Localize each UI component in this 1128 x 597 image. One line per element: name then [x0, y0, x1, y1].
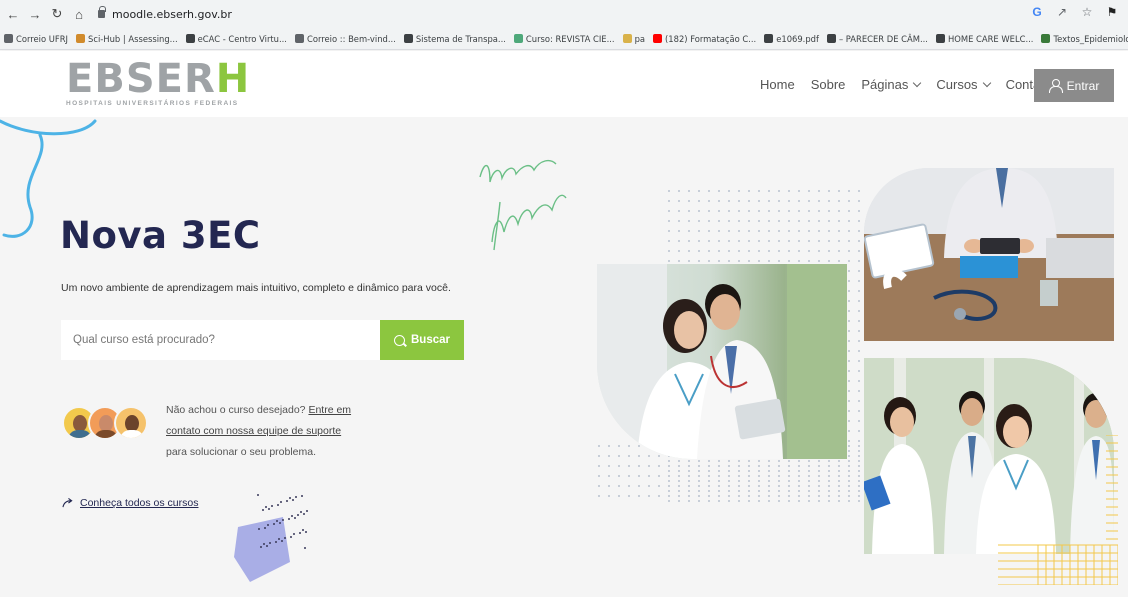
- bookmark-item[interactable]: Sci-Hub | Assessing...: [76, 34, 178, 44]
- login-button[interactable]: Entrar: [1034, 69, 1114, 102]
- bookmark-favicon-icon: [1041, 34, 1051, 43]
- bookmark-label: pa: [634, 33, 646, 44]
- nav-cursos[interactable]: Cursos: [936, 77, 991, 92]
- bookmark-label: Textos_Epidemiolog...: [1053, 33, 1128, 44]
- nav-sobre[interactable]: Sobre: [811, 77, 846, 92]
- search-button[interactable]: Buscar: [380, 320, 464, 360]
- bookmark-favicon-icon: [653, 34, 663, 43]
- bookmark-favicon-icon: [294, 34, 304, 43]
- logo-text-accent: H: [215, 56, 251, 102]
- bookmark-label: Sci-Hub | Assessing...: [88, 33, 178, 44]
- bookmark-item[interactable]: Correio UFRJ: [4, 34, 68, 44]
- logo-subtitle: HOSPITAIS UNIVERSITÁRIOS FEDERAIS: [66, 100, 239, 107]
- bookmark-favicon-icon: [185, 34, 195, 43]
- url-text[interactable]: moodle.ebserh.gov.br: [112, 8, 232, 21]
- bookmark-favicon-icon: [513, 34, 523, 43]
- bookmarks-bar: Correio UFRJ Sci-Hub | Assessing... eCAC -…: [0, 28, 1128, 50]
- bookmark-favicon-icon: [826, 34, 836, 43]
- course-search-input[interactable]: Qual curso está procurado?: [61, 320, 381, 360]
- bookmark-item[interactable]: e1069.pdf: [764, 34, 819, 44]
- nav-cursos-label: Cursos: [936, 77, 978, 92]
- bookmark-label: Curso: REVISTA CIE...: [525, 33, 615, 44]
- bookmark-item[interactable]: eCAC - Centro Virtu...: [185, 33, 287, 44]
- bookmark-item[interactable]: pa: [622, 33, 646, 44]
- google-icon[interactable]: G: [1029, 5, 1045, 19]
- forward-icon[interactable]: →: [26, 5, 44, 23]
- all-courses-link[interactable]: Conheça todos os cursos: [62, 497, 198, 509]
- nav-paginas-label: Páginas: [861, 77, 909, 92]
- site-header: EBSERH HOSPITAIS UNIVERSITÁRIOS FEDERAIS…: [0, 51, 1128, 117]
- lock-icon: [98, 6, 106, 18]
- support-avatars: [62, 406, 148, 440]
- avatar: [114, 406, 148, 440]
- bookmark-item[interactable]: (182) Formatação C...: [653, 34, 756, 44]
- share-arrow-icon: [62, 498, 73, 508]
- support-message: Não achou o curso desejado? Entre em con…: [166, 400, 366, 463]
- doctors-tablet-photo: [597, 264, 847, 459]
- home-icon[interactable]: ⌂: [70, 5, 88, 23]
- login-label: Entrar: [1066, 78, 1100, 93]
- bookmark-item[interactable]: – PARECER DE CÂM...: [826, 33, 928, 44]
- decorative-grid: [998, 435, 1118, 585]
- bookmark-label: Correio :: Bem-vind...: [306, 33, 396, 44]
- main-nav: Home Sobre Páginas Cursos Contato: [760, 77, 1067, 92]
- share-page-icon[interactable]: ↗: [1054, 5, 1070, 19]
- bookmark-item[interactable]: Correio :: Bem-vind...: [294, 33, 396, 44]
- extensions-icon[interactable]: ⚑: [1104, 5, 1120, 19]
- bookmark-favicon-icon: [764, 34, 774, 43]
- search-button-label: Buscar: [411, 334, 450, 346]
- page-title: Nova 3EC: [60, 214, 261, 257]
- reload-icon[interactable]: ↻: [48, 5, 66, 23]
- back-icon[interactable]: ←: [4, 5, 22, 23]
- bookmark-label: HOME CARE WELC...: [947, 33, 1034, 44]
- nav-home[interactable]: Home: [760, 77, 795, 92]
- ebserh-logo[interactable]: EBSERH HOSPITAIS UNIVERSITÁRIOS FEDERAIS: [66, 59, 250, 107]
- doctor-desk-photo: [864, 168, 1114, 341]
- bookmark-favicon-icon: [4, 34, 13, 43]
- bookmark-label: – PARECER DE CÂM...: [838, 33, 928, 44]
- support-link-1[interactable]: Entre em: [308, 404, 351, 416]
- logo-text-main: EBSER: [66, 56, 216, 102]
- nav-paginas[interactable]: Páginas: [861, 77, 922, 92]
- bookmark-favicon-icon: [76, 34, 86, 43]
- support-link-2[interactable]: contato com nossa equipe de suporte: [166, 425, 341, 437]
- all-courses-label: Conheça todos os cursos: [80, 497, 199, 509]
- bookmark-favicon-icon: [622, 34, 632, 43]
- search-placeholder: Qual curso está procurado?: [73, 334, 215, 346]
- bookmark-favicon-icon: [403, 34, 413, 43]
- search-icon: [394, 334, 405, 346]
- bookmark-label: Correio UFRJ: [16, 33, 69, 44]
- chevron-down-icon: [913, 78, 922, 88]
- support-text-2: para solucionar o seu problema.: [166, 446, 317, 458]
- bookmark-favicon-icon: [935, 34, 945, 43]
- chevron-down-icon: [982, 78, 991, 88]
- decorative-blob: [234, 494, 308, 582]
- user-icon: [1048, 79, 1063, 93]
- decorative-scribble: [479, 159, 567, 251]
- bookmark-label: (182) Formatação C...: [665, 33, 757, 44]
- bookmark-label: e1069.pdf: [776, 33, 819, 44]
- bookmark-item[interactable]: HOME CARE WELC...: [935, 33, 1034, 44]
- star-icon[interactable]: ☆: [1079, 5, 1095, 19]
- support-text-1: Não achou o curso desejado?: [166, 404, 306, 416]
- bookmark-item[interactable]: Textos_Epidemiolog...: [1041, 34, 1128, 44]
- bookmark-label: Sistema de Transpa...: [415, 33, 506, 44]
- bookmark-item[interactable]: Curso: REVISTA CIE...: [513, 33, 615, 44]
- address-bar[interactable]: moodle.ebserh.gov.br: [98, 6, 232, 21]
- bookmark-item[interactable]: Sistema de Transpa...: [403, 33, 506, 44]
- hero-section: Nova 3EC Um novo ambiente de aprendizage…: [0, 117, 1128, 597]
- page-subtitle: Um novo ambiente de aprendizagem mais in…: [61, 282, 451, 294]
- bookmark-label: eCAC - Centro Virtu...: [197, 33, 287, 44]
- browser-toolbar: ← → ↻ ⌂ moodle.ebserh.gov.br G ↗ ☆ ⚑: [0, 0, 1128, 28]
